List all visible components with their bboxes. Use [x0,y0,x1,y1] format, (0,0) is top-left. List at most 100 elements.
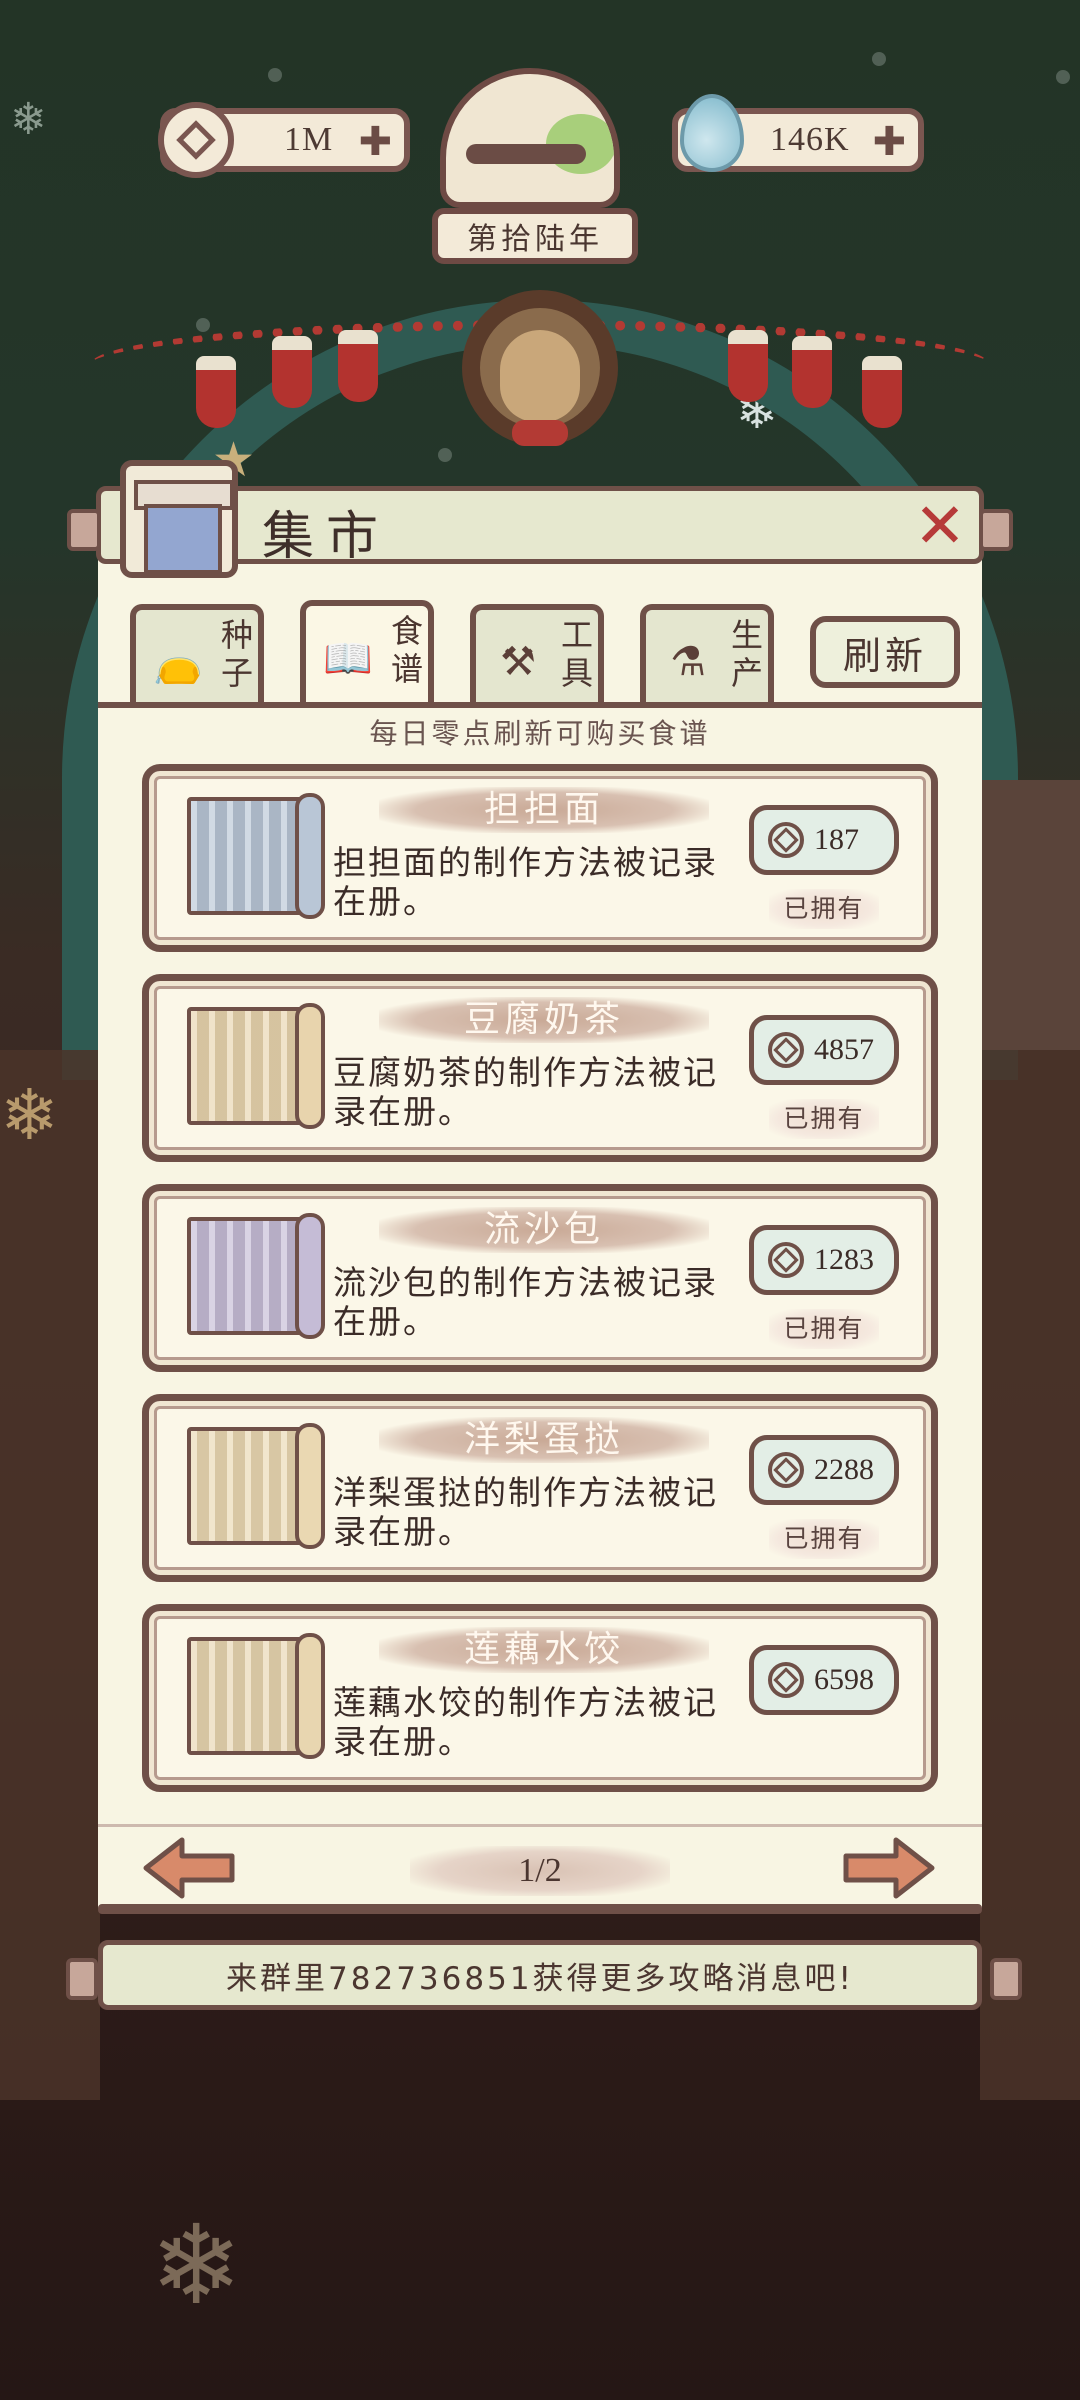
price-tag[interactable]: 2288 [749,1435,899,1505]
recipe-scroll-icon [187,1007,309,1125]
refresh-button[interactable]: 刷新 [810,616,960,688]
price-tag[interactable]: 1283 [749,1225,899,1295]
recipe-description: 担担面的制作方法被记录 在册。 [333,843,723,921]
description-line: 在册。 [333,882,438,921]
snowflake-icon: ❄ [10,94,47,145]
add-water-button[interactable]: ✚ [872,122,906,162]
production-icon: ⚗ [670,639,706,685]
stocking-icon [792,336,832,408]
tab-divider [98,702,982,708]
tab-label-line: 种 [220,616,253,654]
recipe-name: 洋梨蛋挞 [463,1419,624,1460]
scroll-rod-right [990,1958,1022,2000]
tab-label-line: 工 [560,616,593,654]
book-icon: 📖 [323,635,373,682]
tab-recipes[interactable]: 📖 食 谱 [300,600,434,704]
tab-label-line: 具 [560,654,593,692]
coin-icon [768,1662,804,1698]
tab-label-line: 谱 [390,650,423,688]
owned-badge: 已拥有 [769,889,879,929]
price-value: 187 [814,823,859,856]
background-wall-left [0,1050,100,2100]
tab-label-line: 食 [390,612,423,650]
snowflake-icon: ❄ [0,1074,59,1156]
recipe-scroll-icon [187,1637,309,1755]
price-value: 4857 [814,1033,874,1066]
scroll-roll [295,1633,325,1759]
description-line: 录在册。 [333,1722,473,1761]
description-line: 流沙包的制作方法被记录 [333,1263,718,1302]
stocking-icon [272,336,312,408]
scroll-roll [295,793,325,919]
description-line: 录在册。 [333,1092,473,1131]
description-line: 在册。 [333,1302,438,1341]
panel-bottom-border [98,1904,982,1914]
snow-dot [268,68,282,82]
next-page-button[interactable] [840,1836,936,1900]
prev-page-button[interactable] [142,1836,238,1900]
deer-ornament [500,330,580,422]
coin-icon [768,822,804,858]
stocking-icon [862,356,902,428]
price-value: 1283 [814,1243,874,1276]
stocking-icon [728,330,768,402]
recipe-description: 流沙包的制作方法被记录 在册。 [333,1263,723,1341]
recipe-scroll-icon [187,797,309,915]
tab-production[interactable]: ⚗ 生 产 [640,604,774,702]
tools-icon: ⚒ [500,639,536,685]
recipe-description: 洋梨蛋挞的制作方法被记 录在册。 [333,1473,723,1551]
coin-icon [768,1032,804,1068]
refresh-hint: 每日零点刷新可购买食谱 [369,717,711,750]
recipe-scroll-icon [187,1427,309,1545]
recipe-scroll-icon [187,1217,309,1335]
price-value: 6598 [814,1663,874,1696]
recipe-name: 担担面 [483,789,604,830]
owned-badge: 已拥有 [769,1519,879,1559]
recipe-description: 莲藕水饺的制作方法被记 录在册。 [333,1683,723,1761]
price-tag[interactable]: 4857 [749,1015,899,1085]
water-value: 146K [770,121,850,158]
market-stall-icon [120,460,238,578]
owned-badge: 已拥有 [769,1309,879,1349]
year-label: 第拾陆年 [432,208,638,264]
description-line: 豆腐奶茶的制作方法被记 [333,1053,718,1092]
tab-label-line: 子 [220,654,253,692]
scroll-roll [295,1003,325,1129]
recipe-description: 豆腐奶茶的制作方法被记 录在册。 [333,1053,723,1131]
tab-seeds[interactable]: 👝 种 子 [130,604,264,702]
description-line: 担担面的制作方法被记录 [333,843,718,882]
background-wall-right [980,1050,1080,2100]
bow-ornament [512,420,568,446]
snow-dot [196,318,210,332]
recipe-card[interactable]: 担担面 担担面的制作方法被记录 在册。 187 已拥有 [142,764,938,952]
recipe-card[interactable]: 流沙包 流沙包的制作方法被记录 在册。 1283 已拥有 [142,1184,938,1372]
stocking-icon [338,330,378,402]
tab-tools[interactable]: ⚒ 工 具 [470,604,604,702]
close-button[interactable]: ✕ [908,494,972,558]
price-tag[interactable]: 6598 [749,1645,899,1715]
arrow-right-icon [843,1837,935,1899]
coin-value: 1M [284,121,334,158]
water-drop-icon [680,94,744,172]
snow-dot [1056,70,1070,84]
snowflake-icon: ❄ [150,2201,243,2329]
seed-bag-icon: 👝 [153,639,203,686]
coin-icon [768,1452,804,1488]
panel-title: 集市 [262,507,391,567]
recipe-card[interactable]: 莲藕水饺 莲藕水饺的制作方法被记 录在册。 6598 [142,1604,938,1792]
price-tag[interactable]: 187 [749,805,899,875]
stocking-icon [196,356,236,428]
price-value: 2288 [814,1453,874,1486]
scroll-rod-left [67,509,101,551]
recipe-card[interactable]: 豆腐奶茶 豆腐奶茶的制作方法被记 录在册。 4857 已拥有 [142,974,938,1162]
group-invite-banner[interactable]: 来群里782736851获得更多攻略消息吧! [98,1940,982,2010]
add-coins-button[interactable]: ✚ [358,122,392,162]
snow-dot [872,52,886,66]
tab-label-line: 产 [730,654,763,692]
description-line: 莲藕水饺的制作方法被记 [333,1683,718,1722]
recipe-name: 流沙包 [483,1209,604,1250]
recipe-card[interactable]: 洋梨蛋挞 洋梨蛋挞的制作方法被记 录在册。 2288 已拥有 [142,1394,938,1582]
coin-icon [158,102,234,178]
scroll-roll [295,1213,325,1339]
owned-badge: 已拥有 [769,1099,879,1139]
